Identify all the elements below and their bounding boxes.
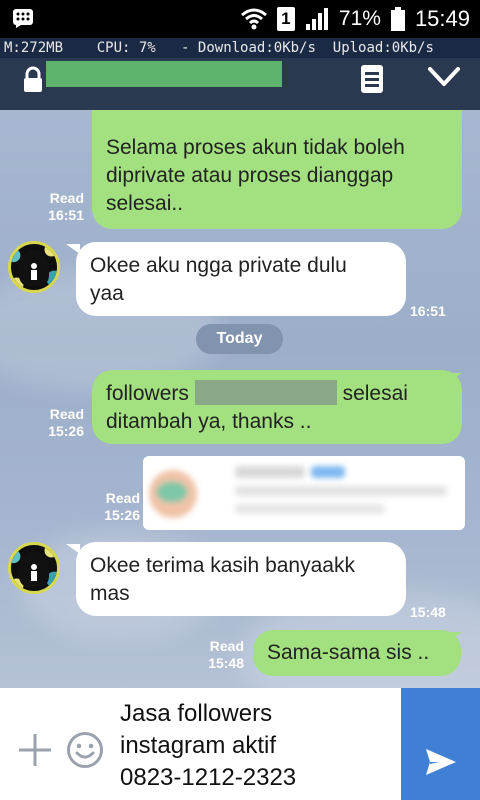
read-receipt: Read bbox=[209, 638, 244, 654]
contact-avatar[interactable] bbox=[8, 241, 60, 293]
message-line: Sama-sama sis .. bbox=[267, 641, 430, 664]
memory-readout: M:272MB bbox=[4, 40, 64, 56]
message-line: diprivate atau proses dianggap bbox=[106, 164, 394, 187]
message-line: mas bbox=[90, 582, 130, 605]
message-meta: Read 15:26 bbox=[96, 490, 140, 524]
status-bar: 1 71% 15:49 bbox=[0, 0, 480, 38]
message-time: 15:48 bbox=[208, 655, 244, 671]
signal-icon bbox=[305, 8, 328, 30]
cpu-readout: CPU: 7% bbox=[96, 40, 156, 56]
read-receipt: Read bbox=[49, 190, 84, 206]
battery-icon bbox=[390, 7, 405, 31]
blackberry-messenger-icon bbox=[13, 9, 33, 28]
outgoing-message-bubble[interactable]: followers selesai ditambah ya, thanks .. bbox=[92, 370, 462, 444]
message-composer: Jasa followers instagram aktif 0823-1212… bbox=[0, 688, 480, 800]
message-time: 15:48 bbox=[410, 604, 446, 620]
battery-percent: 71% bbox=[338, 7, 381, 30]
outgoing-message-bubble[interactable]: Selama proses akun tidak boleh diprivate… bbox=[92, 110, 462, 229]
read-receipt: Read bbox=[49, 406, 84, 422]
message-meta: Read 15:48 bbox=[200, 638, 244, 672]
chat-header bbox=[0, 58, 480, 110]
message-line: Selama proses akun tidak boleh bbox=[106, 136, 405, 159]
message-line: Okee terima kasih banyaakk bbox=[90, 554, 355, 577]
message-time: 15:26 bbox=[48, 423, 84, 439]
input-line: instagram aktif bbox=[120, 732, 277, 759]
send-icon bbox=[426, 749, 456, 775]
incoming-message-bubble[interactable]: Okee terima kasih banyaakk mas bbox=[76, 542, 406, 616]
sim-slot-badge: 1 bbox=[276, 7, 295, 31]
shared-attachment-card[interactable] bbox=[143, 456, 465, 530]
contact-avatar[interactable] bbox=[8, 542, 60, 594]
input-line: 0823-1212-2323 bbox=[120, 764, 297, 791]
message-line: ditambah ya, thanks .. bbox=[106, 410, 312, 433]
chevron-down-icon[interactable] bbox=[428, 66, 460, 88]
read-receipt: Read bbox=[105, 490, 140, 506]
input-line: Jasa followers bbox=[120, 700, 273, 727]
lock-icon bbox=[24, 66, 42, 92]
incoming-message-bubble[interactable]: Okee aku ngga private dulu yaa bbox=[76, 242, 406, 316]
wifi-icon bbox=[240, 8, 267, 30]
message-meta: Read 15:26 bbox=[40, 406, 84, 440]
outgoing-message-bubble[interactable]: Sama-sama sis .. bbox=[253, 630, 461, 676]
message-text: selesai bbox=[342, 382, 408, 405]
system-monitor-bar: M:272MB CPU: 7% - Download:0Kb/s Upload:… bbox=[0, 38, 480, 58]
message-time: 15:26 bbox=[104, 507, 140, 523]
chat-message-list[interactable]: Selama proses akun tidak boleh diprivate… bbox=[0, 110, 480, 688]
send-button[interactable] bbox=[401, 688, 480, 800]
message-meta: Read 16:51 bbox=[40, 190, 84, 224]
clock: 15:49 bbox=[414, 6, 470, 31]
redacted-username bbox=[194, 380, 337, 405]
message-line: selesai.. bbox=[106, 192, 184, 215]
message-line: yaa bbox=[90, 282, 124, 305]
download-readout: - Download:0Kb/s bbox=[181, 40, 316, 56]
message-time: 16:51 bbox=[48, 207, 84, 223]
emoji-icon[interactable] bbox=[66, 731, 104, 769]
message-line: Okee aku ngga private dulu bbox=[90, 254, 347, 277]
plus-icon[interactable] bbox=[17, 732, 53, 768]
message-time: 16:51 bbox=[410, 303, 446, 319]
message-text: followers bbox=[106, 382, 189, 405]
chat-title-redacted[interactable] bbox=[46, 61, 282, 87]
message-input[interactable]: Jasa followers instagram aktif 0823-1212… bbox=[120, 698, 400, 794]
date-separator: Today bbox=[196, 324, 283, 354]
notes-icon[interactable] bbox=[360, 64, 384, 94]
upload-readout: Upload:0Kb/s bbox=[332, 40, 434, 56]
